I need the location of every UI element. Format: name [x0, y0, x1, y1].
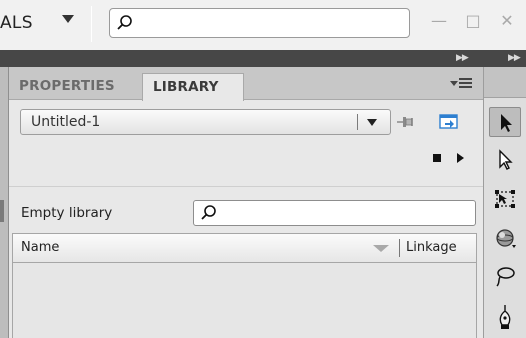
tools-panel	[483, 67, 526, 338]
maximize-icon: □	[465, 11, 481, 30]
lasso-icon	[496, 267, 515, 287]
play-icon[interactable]	[457, 153, 464, 163]
search-icon	[201, 205, 216, 220]
column-header-name[interactable]: Name	[21, 234, 59, 262]
3d-rotation-icon	[496, 229, 516, 248]
pin-library-icon[interactable]	[397, 113, 417, 131]
divider	[91, 6, 92, 42]
stop-icon[interactable]	[433, 154, 441, 162]
tab-properties[interactable]: PROPERTIES	[9, 73, 142, 100]
panel-menu-icon[interactable]	[450, 78, 474, 92]
new-library-panel-icon[interactable]	[439, 113, 459, 131]
pen-tool[interactable]	[489, 299, 521, 329]
library-list-header: Name Linkage	[12, 233, 477, 263]
tools-panel-header	[484, 67, 526, 98]
workspace-label: ALS	[0, 13, 33, 33]
search-icon	[117, 15, 132, 30]
document-select[interactable]: Untitled-1	[20, 109, 391, 135]
preview-controls	[429, 151, 469, 165]
3d-rotation-tool[interactable]	[489, 223, 521, 253]
pen-icon	[499, 305, 511, 329]
help-search-input[interactable]	[109, 8, 410, 38]
lasso-tool[interactable]	[489, 261, 521, 291]
close-icon: ✕	[500, 11, 514, 30]
gutter-handle[interactable]	[0, 200, 4, 222]
chevron-down-icon	[367, 119, 377, 126]
sort-descending-icon[interactable]	[373, 245, 389, 252]
hollow-arrow-icon	[499, 149, 513, 170]
close-button[interactable]: ✕	[496, 10, 518, 32]
maximize-button[interactable]: □	[462, 10, 484, 32]
free-transform-tool[interactable]	[489, 185, 521, 215]
selection-tool[interactable]	[489, 107, 521, 137]
library-item-count: Empty library	[21, 205, 113, 221]
panel-tab-bar: PROPERTIES LIBRARY	[9, 67, 483, 101]
subselection-tool[interactable]	[489, 145, 521, 175]
arrow-cursor-icon	[501, 114, 512, 132]
left-dock-gutter	[0, 67, 9, 338]
minimize-icon: —	[431, 11, 447, 30]
tab-library[interactable]: LIBRARY	[142, 73, 244, 101]
column-divider[interactable]	[399, 239, 400, 257]
chevron-down-icon[interactable]	[62, 15, 74, 23]
app-bar: ALS — □ ✕	[0, 0, 526, 50]
workspace-switcher[interactable]: ALS	[0, 9, 33, 37]
minimize-button[interactable]: —	[428, 10, 450, 32]
column-header-linkage[interactable]: Linkage	[406, 234, 457, 262]
library-panel: PROPERTIES LIBRARY Untitled-1 Empty libr…	[9, 67, 483, 338]
library-list[interactable]	[12, 263, 477, 338]
divider	[357, 114, 358, 130]
library-search-input[interactable]	[193, 200, 476, 226]
document-select-value: Untitled-1	[31, 114, 101, 130]
divider	[9, 186, 483, 187]
collapse-panel-icon[interactable]: ▶▶	[456, 52, 469, 64]
collapse-toolbar-icon[interactable]: ▶▶	[508, 52, 521, 64]
panel-dock-strip: ▶▶ ▶▶	[0, 50, 526, 67]
free-transform-icon	[495, 190, 515, 208]
